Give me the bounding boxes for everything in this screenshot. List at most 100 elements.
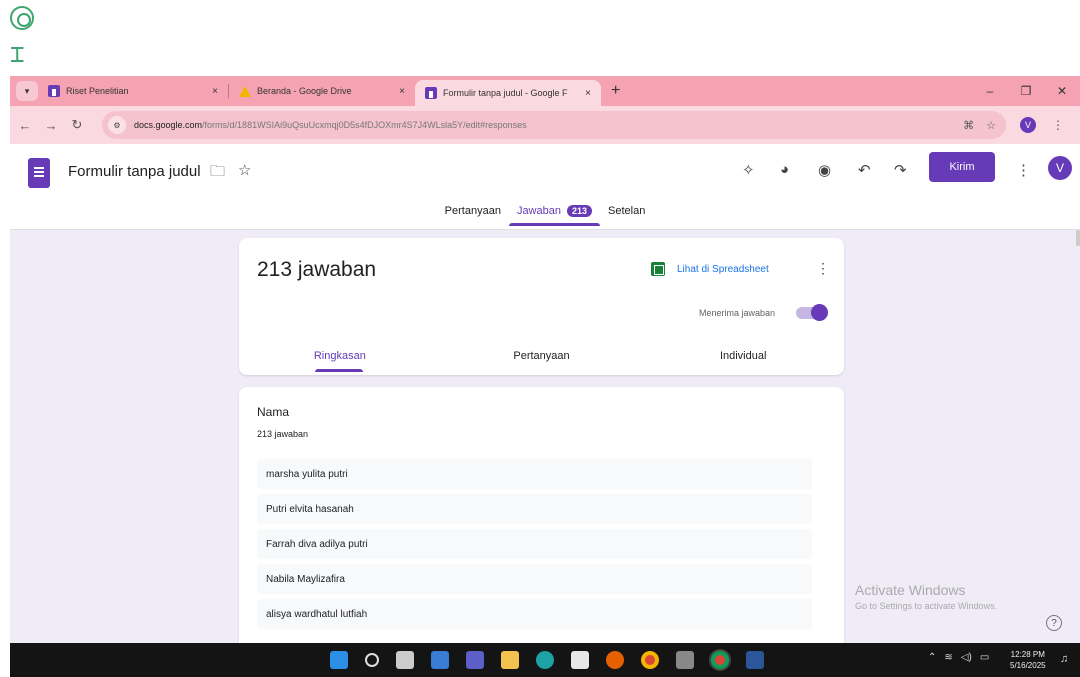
minimize-button[interactable]: – bbox=[972, 84, 1008, 98]
browser-tab-active[interactable]: Formulir tanpa judul - Google F × bbox=[415, 80, 601, 106]
chrome-icon[interactable] bbox=[641, 651, 659, 669]
browser-toolbar: ← → ↻ ⚙ docs.google.com /forms/d/1881WSI… bbox=[10, 106, 1080, 144]
forward-icon[interactable]: → bbox=[40, 118, 62, 133]
tab-search-button[interactable]: ▾ bbox=[16, 81, 38, 101]
tab-label: Beranda - Google Drive bbox=[257, 86, 352, 96]
chevron-up-icon[interactable]: ⌃ bbox=[928, 652, 936, 663]
firefox-icon[interactable] bbox=[606, 651, 624, 669]
circle-app-icon[interactable] bbox=[10, 6, 34, 30]
volume-icon[interactable]: ◁) bbox=[961, 652, 972, 663]
tab-label: Riset Penelitian bbox=[66, 86, 129, 96]
browser-tab[interactable]: Beranda - Google Drive × bbox=[229, 78, 415, 104]
tab-responses[interactable]: Jawaban 213 bbox=[508, 205, 601, 226]
watermark-title: Activate Windows bbox=[855, 582, 966, 598]
list-item: alisya wardhatul lutfiah bbox=[257, 599, 812, 629]
folder-icon[interactable]: 🗀 bbox=[210, 161, 225, 186]
browser-menu-icon[interactable]: ⋮ bbox=[1052, 118, 1064, 132]
browser-tab[interactable]: Riset Penelitian × bbox=[38, 78, 228, 104]
accepting-responses-toggle[interactable] bbox=[796, 304, 828, 321]
question-title: Nama bbox=[257, 405, 290, 419]
redo-icon[interactable]: ↷ bbox=[894, 161, 907, 179]
restore-button[interactable]: ❐ bbox=[1008, 84, 1044, 98]
response-count-badge: 213 bbox=[566, 205, 593, 217]
send-button[interactable]: Kirim bbox=[929, 152, 995, 182]
tab-settings[interactable]: Setelan bbox=[600, 205, 653, 223]
address-bar[interactable]: ⚙ docs.google.com /forms/d/1881WSIAi9uQs… bbox=[102, 111, 1006, 139]
tab-close-icon[interactable]: × bbox=[577, 88, 591, 99]
drive-icon bbox=[239, 85, 251, 97]
forms-logo-icon[interactable] bbox=[28, 158, 50, 188]
windows-taskbar: ⌃ ≋ ◁) ▭ 12:28 PM 5/16/2025 ♫ bbox=[10, 643, 1080, 677]
browser-profile-avatar[interactable]: V bbox=[1020, 117, 1036, 133]
task-view-icon[interactable] bbox=[396, 651, 414, 669]
screen: ⌶ ▾ Riset Penelitian × Beranda - Google … bbox=[0, 0, 1080, 677]
new-tab-button[interactable]: + bbox=[611, 82, 620, 100]
site-info-icon[interactable]: ⚙ bbox=[108, 116, 126, 134]
account-avatar[interactable]: V bbox=[1048, 156, 1072, 180]
system-tray: ⌃ ≋ ◁) ▭ bbox=[928, 652, 989, 663]
bookmark-star-icon[interactable]: ☆ bbox=[986, 119, 996, 132]
tab-label: Jawaban bbox=[516, 205, 561, 217]
form-tabs: Pertanyaan Jawaban 213 Setelan bbox=[10, 205, 1080, 226]
chrome-profile-icon[interactable] bbox=[711, 651, 729, 669]
tab-close-icon[interactable]: × bbox=[391, 86, 405, 97]
taskbar-apps bbox=[330, 651, 764, 669]
palette-icon[interactable]: ◕ bbox=[780, 161, 789, 178]
accepting-responses-label: Menerima jawaban bbox=[699, 308, 776, 318]
taskbar-clock[interactable]: 12:28 PM 5/16/2025 bbox=[1010, 649, 1046, 671]
tab-label: Formulir tanpa judul - Google F bbox=[443, 88, 568, 98]
response-view-tabs: Ringkasan Pertanyaan Individual bbox=[239, 350, 844, 372]
responses-summary-card: 213 jawaban Lihat di Spreadsheet ⋮ Mener… bbox=[239, 238, 844, 375]
file-explorer-icon[interactable] bbox=[501, 651, 519, 669]
responses-total-heading: 213 jawaban bbox=[257, 258, 377, 281]
tab-questions[interactable]: Pertanyaan bbox=[437, 205, 509, 223]
activate-windows-watermark: Activate Windows Go to Settings to activ… bbox=[855, 582, 997, 611]
preview-eye-icon[interactable]: ◉ bbox=[818, 161, 831, 179]
watermark-subtitle: Go to Settings to activate Windows. bbox=[855, 601, 998, 611]
tab-individual[interactable]: Individual bbox=[642, 350, 844, 372]
back-icon[interactable]: ← bbox=[14, 118, 36, 133]
list-item: Putri elvita hasanah bbox=[257, 494, 812, 524]
edge-icon[interactable] bbox=[536, 651, 554, 669]
browser-tab-strip: ▾ Riset Penelitian × Beranda - Google Dr… bbox=[10, 76, 1080, 106]
app-icon[interactable] bbox=[676, 651, 694, 669]
translate-icon[interactable]: ⌘ bbox=[963, 119, 974, 132]
list-item: Nabila Maylizafira bbox=[257, 564, 812, 594]
question-summary-card: Nama 213 jawaban marsha yulita putri Put… bbox=[239, 387, 844, 643]
forms-header: Formulir tanpa judul 🗀 ☆ ✧ ◕ ◉ ↶ ↷ Kirim… bbox=[10, 145, 1080, 230]
widgets-icon[interactable] bbox=[431, 651, 449, 669]
responses-more-icon[interactable]: ⋮ bbox=[816, 260, 830, 277]
notification-bell-icon[interactable]: ♫ bbox=[1060, 653, 1068, 665]
battery-icon[interactable]: ▭ bbox=[980, 652, 989, 663]
wifi-icon[interactable]: ≋ bbox=[944, 652, 952, 663]
tab-label: Pertanyaan bbox=[444, 205, 501, 217]
sheets-icon bbox=[651, 262, 665, 276]
clock-time: 12:28 PM bbox=[1010, 650, 1045, 659]
clock-date: 5/16/2025 bbox=[1010, 661, 1046, 670]
store-icon[interactable] bbox=[571, 651, 589, 669]
responses-page[interactable]: 213 jawaban Lihat di Spreadsheet ⋮ Mener… bbox=[10, 230, 1080, 643]
help-icon[interactable]: ? bbox=[1046, 615, 1062, 631]
start-windows-icon[interactable] bbox=[330, 651, 348, 669]
url-path: /forms/d/1881WSIAi9uQsuUcxmqj0D5s4fDJOXm… bbox=[202, 120, 527, 130]
tab-summary[interactable]: Ringkasan bbox=[239, 350, 441, 372]
undo-icon[interactable]: ↶ bbox=[858, 161, 871, 179]
list-item: Farrah diva adilya putri bbox=[257, 529, 812, 559]
tab-close-icon[interactable]: × bbox=[204, 86, 218, 97]
url-host: docs.google.com bbox=[134, 120, 203, 130]
list-item: marsha yulita putri bbox=[257, 459, 812, 489]
more-options-icon[interactable]: ⋮ bbox=[1016, 161, 1031, 179]
word-icon[interactable] bbox=[746, 651, 764, 669]
reload-icon[interactable]: ↻ bbox=[66, 117, 88, 133]
star-icon[interactable]: ☆ bbox=[238, 161, 251, 179]
forms-icon bbox=[48, 85, 60, 97]
tab-question[interactable]: Pertanyaan bbox=[441, 350, 643, 372]
search-icon[interactable] bbox=[365, 653, 379, 667]
close-window-button[interactable]: ✕ bbox=[1044, 84, 1080, 98]
teams-chat-icon[interactable] bbox=[466, 651, 484, 669]
addon-puzzle-icon[interactable]: ✧ bbox=[742, 161, 755, 179]
form-title[interactable]: Formulir tanpa judul bbox=[68, 163, 201, 180]
scrollbar[interactable] bbox=[1076, 230, 1080, 246]
text-cursor-icon: ⌶ bbox=[10, 40, 25, 68]
view-in-sheets-link[interactable]: Lihat di Spreadsheet bbox=[651, 262, 769, 276]
